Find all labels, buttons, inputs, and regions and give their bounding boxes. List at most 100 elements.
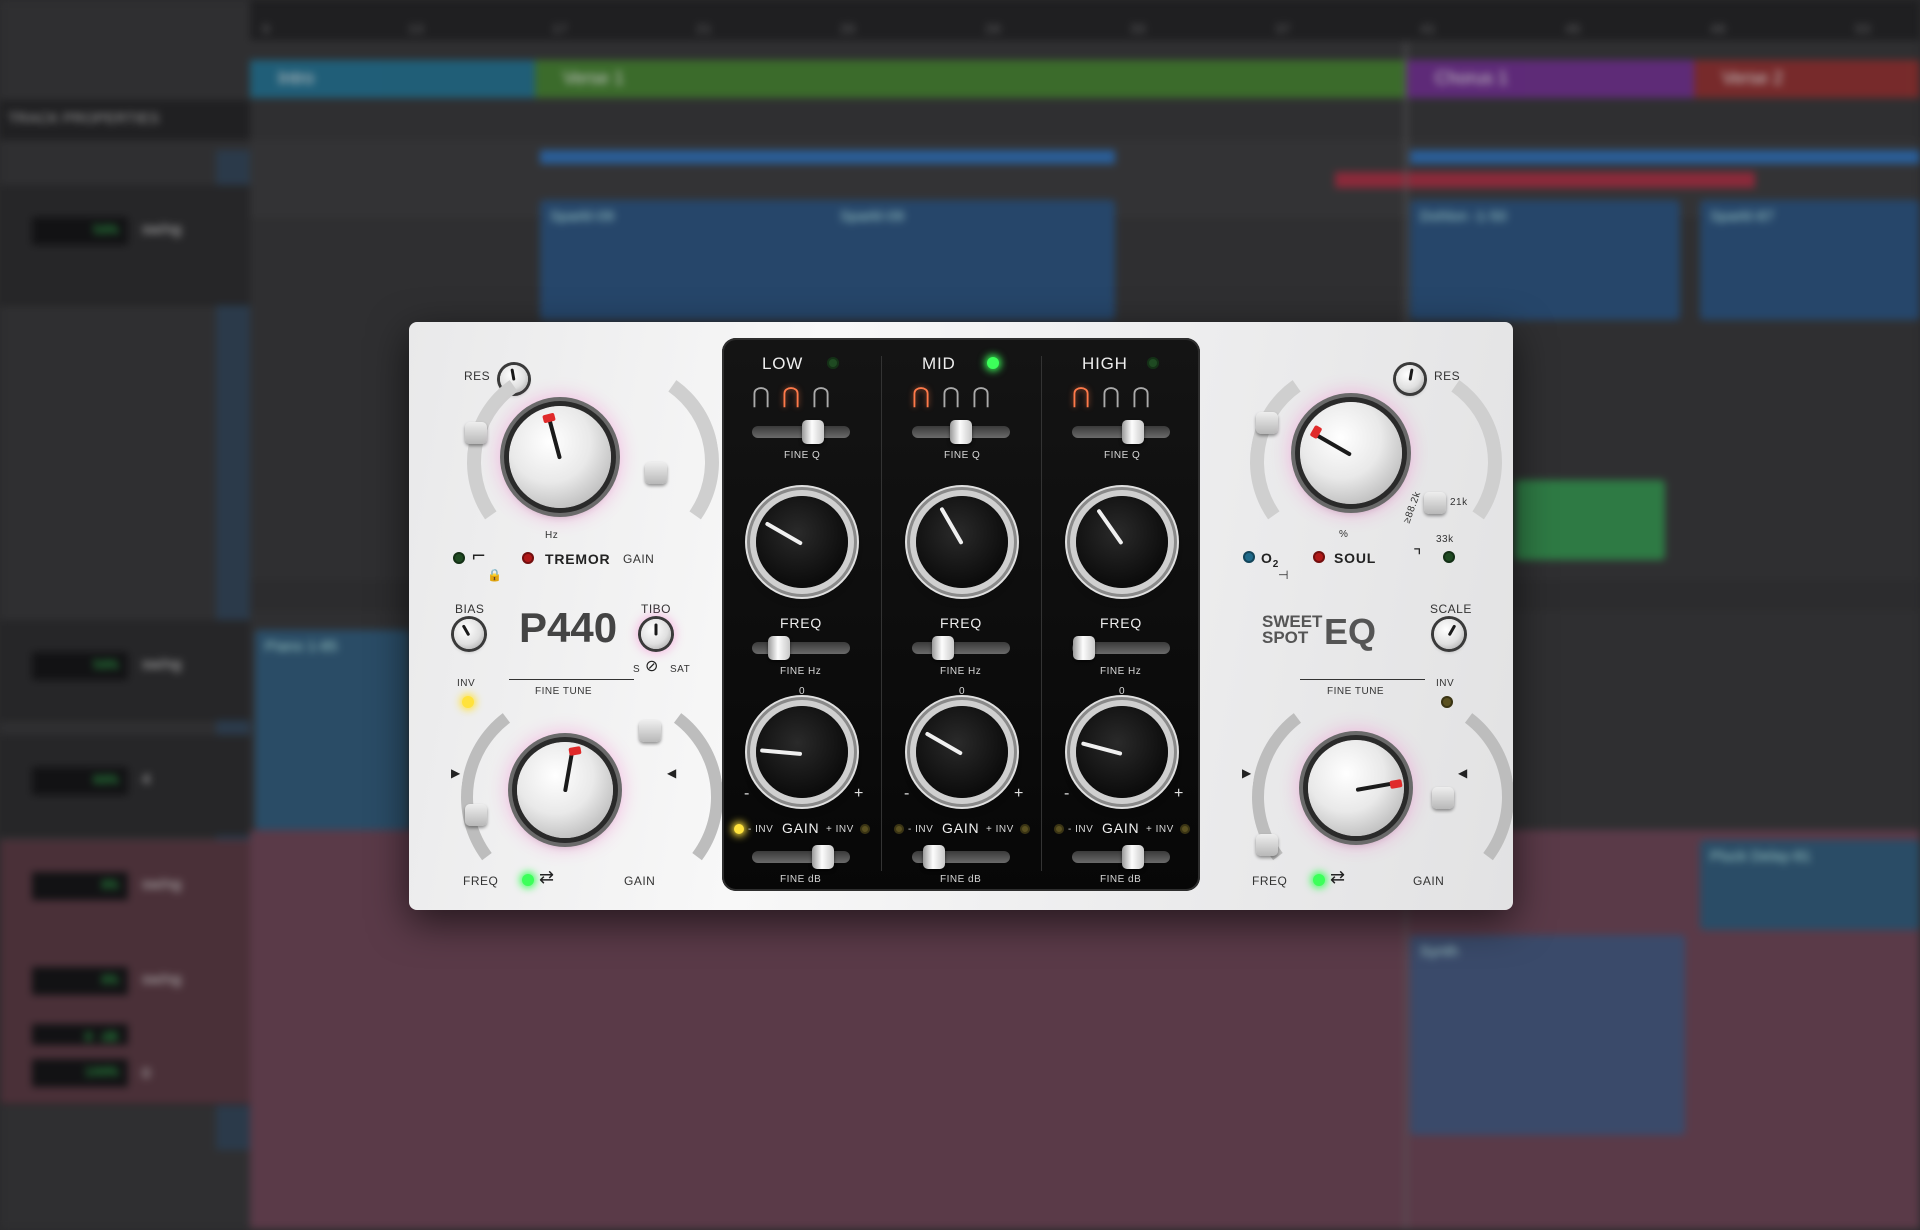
inv-neg-led[interactable] (734, 824, 744, 834)
inv-led[interactable] (462, 696, 474, 708)
tremor-led[interactable] (522, 552, 534, 564)
inv-pos-led[interactable] (860, 824, 870, 834)
scale-knob[interactable] (1434, 619, 1464, 649)
tremor-shape-led[interactable] (453, 552, 465, 564)
gain-knob[interactable] (916, 706, 1008, 798)
gain-knob[interactable] (1076, 706, 1168, 798)
right-mode-led[interactable] (1313, 874, 1325, 886)
fine-hz-slider[interactable] (1072, 636, 1170, 660)
swap-arrows-icon[interactable]: ⇄ (1330, 867, 1345, 888)
clip[interactable]: Pluck Delay-81 (1700, 840, 1920, 930)
clip-bar[interactable] (1335, 172, 1755, 188)
bell-shape-icon[interactable]: ⋂ (1068, 386, 1094, 408)
band-led[interactable] (827, 357, 839, 369)
track-header[interactable]: 80% 4 (0, 735, 250, 835)
clip[interactable]: Piano 1-85 (255, 630, 410, 830)
marker-verse-1[interactable]: Verse 1 (535, 60, 1407, 98)
bell-shape-icon[interactable]: ⋂ (938, 386, 964, 408)
track-level-display[interactable]: 50% (32, 217, 128, 245)
soul-led[interactable] (1313, 551, 1325, 563)
slider-thumb[interactable] (801, 420, 824, 444)
track-header[interactable]: 0% sw/ng (0, 935, 250, 1015)
freq-knob[interactable] (756, 496, 848, 588)
slider-thumb[interactable] (768, 636, 791, 660)
fine-db-slider[interactable] (752, 845, 850, 869)
timeline-ruler[interactable]: 9 13 17 21 25 29 33 37 41 45 49 53 (250, 0, 1920, 42)
slider-thumb[interactable] (811, 845, 834, 869)
bell-shape-icon[interactable]: ⋂ (968, 386, 994, 408)
right-fine-freq-thumb[interactable] (1256, 834, 1278, 856)
clip-bar[interactable] (540, 150, 1115, 164)
marker-intro[interactable]: Intro (250, 60, 535, 98)
right-fine-gain-thumb[interactable] (1432, 787, 1454, 809)
inv-neg-led[interactable] (894, 824, 904, 834)
bias-knob[interactable] (454, 619, 484, 649)
band-led[interactable] (987, 357, 999, 369)
clip-bar[interactable] (1410, 150, 1920, 164)
bell-shape-icon[interactable]: ⋂ (1128, 386, 1154, 408)
inv-neg-led[interactable] (1054, 824, 1064, 834)
freq-knob[interactable] (1076, 496, 1168, 588)
gain-label: GAIN (782, 820, 820, 836)
marker-verse-2[interactable]: Verse 2 (1694, 60, 1920, 98)
lowpass-led[interactable] (1443, 551, 1455, 563)
tremor-knob[interactable] (509, 406, 611, 508)
fine-hz-slider[interactable] (752, 636, 850, 660)
bell-shape-icon[interactable]: ⋂ (748, 386, 774, 408)
bell-shape-icon[interactable]: ⋂ (808, 386, 834, 408)
bell-shape-icon[interactable]: ⋂ (778, 386, 804, 408)
clip[interactable]: Sparkl-09 Sparkl-09 (540, 200, 1115, 320)
band-led[interactable] (1147, 357, 1159, 369)
link-icon[interactable]: ⊣ (1278, 568, 1288, 582)
track-level-display[interactable]: 100% (32, 1059, 128, 1087)
right-fine-tune-knob[interactable] (1308, 740, 1404, 836)
fine-freq-thumb[interactable] (465, 804, 487, 826)
right-freq-thumb[interactable] (1256, 412, 1278, 434)
bell-shape-icon[interactable]: ⋂ (908, 386, 934, 408)
fine-q-slider[interactable] (752, 420, 850, 444)
track-header[interactable]: 50% sw/ng (0, 620, 250, 720)
inv-pos-label: + INV (826, 824, 854, 835)
right-gain-thumb[interactable] (1424, 492, 1446, 514)
slider-thumb[interactable] (1121, 420, 1144, 444)
slider-thumb[interactable] (932, 636, 955, 660)
slider-thumb[interactable] (1072, 636, 1095, 660)
tibo-knob[interactable] (641, 619, 671, 649)
slider-thumb[interactable] (950, 420, 972, 444)
fine-db-slider[interactable] (912, 845, 1010, 869)
gain-minus-label: - (744, 785, 750, 802)
track-level-display[interactable]: 80% (32, 767, 128, 795)
track-level-display[interactable]: 0% (32, 872, 128, 900)
freq-arc-thumb[interactable] (465, 422, 487, 444)
inv-pos-led[interactable] (1020, 824, 1030, 834)
clip[interactable] (1515, 480, 1665, 560)
inv-pos-led[interactable] (1180, 824, 1190, 834)
lock-icon[interactable]: 🔒 (487, 568, 502, 582)
clip[interactable]: Dohlon -1-50 (1410, 200, 1680, 320)
fine-q-slider[interactable] (1072, 420, 1170, 444)
mode-led[interactable] (522, 874, 534, 886)
track-header[interactable]: 50% sw/ng (0, 185, 250, 305)
fine-tune-knob[interactable] (517, 742, 613, 838)
fine-q-slider[interactable] (912, 420, 1010, 444)
track-header[interactable]: 100% 0 (0, 1045, 250, 1105)
fine-db-slider[interactable] (1072, 845, 1170, 869)
swap-arrows-icon[interactable]: ⇄ (539, 867, 554, 888)
slider-thumb[interactable] (922, 845, 945, 869)
gain-arc-thumb[interactable] (645, 462, 667, 484)
slider-thumb[interactable] (1121, 845, 1144, 869)
track-level-display[interactable]: 0% (32, 967, 128, 995)
disabled-icon[interactable]: ⊘ (645, 656, 658, 675)
clip[interactable]: Sparkl-87 (1700, 200, 1920, 320)
gain-knob[interactable] (756, 706, 848, 798)
track-header[interactable]: 0% sw/ng (0, 840, 250, 940)
bell-shape-icon[interactable]: ⋂ (1098, 386, 1124, 408)
soul-knob[interactable] (1300, 402, 1402, 504)
fine-hz-slider[interactable] (912, 636, 1010, 660)
track-level-display[interactable]: 50% (32, 652, 128, 680)
marker-chorus-1[interactable]: Chorus 1 (1407, 60, 1694, 98)
fine-gain-thumb[interactable] (639, 720, 661, 742)
clip[interactable]: Synth (1410, 935, 1685, 1135)
freq-knob[interactable] (916, 496, 1008, 588)
o2-led[interactable] (1243, 551, 1255, 563)
